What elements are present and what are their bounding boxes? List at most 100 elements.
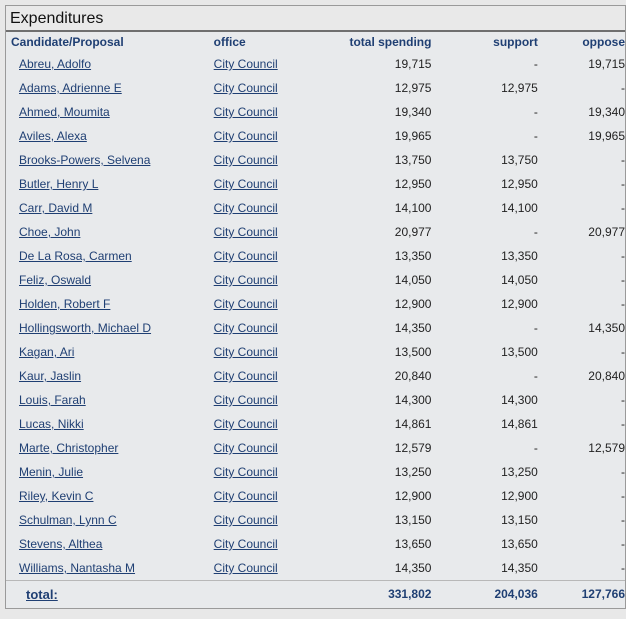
- support-cell: 14,300: [501, 393, 538, 407]
- candidate-link[interactable]: Louis, Farah: [19, 393, 86, 407]
- oppose-cell: -: [621, 561, 625, 575]
- candidate-link[interactable]: Ahmed, Moumita: [19, 105, 110, 119]
- header-office[interactable]: office: [214, 32, 305, 52]
- table-header-row: Candidate/Proposal office total spending…: [6, 32, 625, 52]
- panel-title: Expenditures: [6, 6, 625, 32]
- total-spending-cell: 12,579: [394, 441, 432, 455]
- oppose-cell: 20,977: [588, 225, 625, 239]
- table-row: Holden, Robert F City Council 12,900 12,900…: [6, 292, 625, 316]
- total-spending-cell: 20,977: [394, 225, 432, 239]
- support-cell: 14,861: [501, 417, 538, 431]
- support-cell: 14,350: [501, 561, 538, 575]
- total-spending-cell: 14,350: [394, 561, 432, 575]
- office-link[interactable]: City Council: [214, 489, 278, 503]
- total-spending-cell: 12,900: [394, 297, 432, 311]
- office-link[interactable]: City Council: [214, 441, 278, 455]
- table-row: Brooks-Powers, Selvena City Council 13,750…: [6, 148, 625, 172]
- table-row: Lucas, Nikki City Council 14,861 14,861 -: [6, 412, 625, 436]
- candidate-link[interactable]: Kagan, Ari: [19, 345, 74, 359]
- oppose-cell: -: [621, 393, 625, 407]
- oppose-cell: 14,350: [588, 321, 625, 335]
- office-link[interactable]: City Council: [214, 249, 278, 263]
- candidate-link[interactable]: Hollingsworth, Michael D: [19, 321, 151, 335]
- office-link[interactable]: City Council: [214, 225, 278, 239]
- office-link[interactable]: City Council: [214, 201, 278, 215]
- candidate-link[interactable]: Marte, Christopher: [19, 441, 118, 455]
- total-spending-cell: 13,150: [394, 513, 432, 527]
- candidate-link[interactable]: Aviles, Alexa: [19, 129, 87, 143]
- candidate-link[interactable]: Menin, Julie: [19, 465, 83, 479]
- support-cell: 13,350: [501, 249, 538, 263]
- office-link[interactable]: City Council: [214, 81, 278, 95]
- total-spending-cell: 13,350: [394, 249, 432, 263]
- total-spending-cell: 19,340: [394, 105, 432, 119]
- table-row: Butler, Henry L City Council 12,950 12,950 -: [6, 172, 625, 196]
- candidate-link[interactable]: Stevens, Althea: [19, 537, 102, 551]
- candidate-link[interactable]: Lucas, Nikki: [19, 417, 84, 431]
- candidate-link[interactable]: Feliz, Oswald: [19, 273, 91, 287]
- office-link[interactable]: City Council: [214, 537, 278, 551]
- table-row: Menin, Julie City Council 13,250 13,250 -: [6, 460, 625, 484]
- oppose-cell: 12,579: [588, 441, 625, 455]
- oppose-cell: 20,840: [588, 369, 625, 383]
- table-row: Schulman, Lynn C City Council 13,150 13,150…: [6, 508, 625, 532]
- total-spending-cell: 12,975: [394, 81, 432, 95]
- candidate-link[interactable]: Riley, Kevin C: [19, 489, 93, 503]
- support-cell: 12,900: [501, 489, 538, 503]
- oppose-cell: -: [621, 177, 625, 191]
- oppose-cell: -: [621, 153, 625, 167]
- candidate-link[interactable]: Butler, Henry L: [19, 177, 98, 191]
- totals-support: 204,036: [431, 580, 538, 607]
- office-link[interactable]: City Council: [214, 177, 278, 191]
- candidate-link[interactable]: Schulman, Lynn C: [19, 513, 117, 527]
- table-row: Adams, Adrienne E City Council 12,975 12,97…: [6, 76, 625, 100]
- oppose-cell: -: [621, 81, 625, 95]
- table-row: Hollingsworth, Michael D City Council 14,3…: [6, 316, 625, 340]
- support-cell: -: [533, 105, 538, 119]
- candidate-link[interactable]: Carr, David M: [19, 201, 92, 215]
- oppose-cell: -: [621, 249, 625, 263]
- office-link[interactable]: City Council: [214, 417, 278, 431]
- candidate-link[interactable]: Adams, Adrienne E: [19, 81, 122, 95]
- table-row: Aviles, Alexa City Council 19,965 - 19,965: [6, 124, 625, 148]
- header-candidate[interactable]: Candidate/Proposal: [6, 32, 214, 52]
- oppose-cell: -: [621, 297, 625, 311]
- candidate-link[interactable]: Brooks-Powers, Selvena: [19, 153, 150, 167]
- office-link[interactable]: City Council: [214, 57, 278, 71]
- candidate-link[interactable]: Abreu, Adolfo: [19, 57, 91, 71]
- office-link[interactable]: City Council: [214, 393, 278, 407]
- table-row: De La Rosa, Carmen City Council 13,350 13,3…: [6, 244, 625, 268]
- support-cell: 14,050: [501, 273, 538, 287]
- candidate-link[interactable]: Kaur, Jaslin: [19, 369, 81, 383]
- total-spending-cell: 14,100: [394, 201, 432, 215]
- office-link[interactable]: City Council: [214, 105, 278, 119]
- totals-row: total: 331,802 204,036 127,766: [6, 580, 625, 607]
- office-link[interactable]: City Council: [214, 369, 278, 383]
- support-cell: 13,650: [501, 537, 538, 551]
- totals-link[interactable]: total:: [26, 587, 58, 602]
- total-spending-cell: 13,500: [394, 345, 432, 359]
- office-link[interactable]: City Council: [214, 345, 278, 359]
- office-link[interactable]: City Council: [214, 513, 278, 527]
- header-total-spending[interactable]: total spending: [305, 32, 431, 52]
- oppose-cell: -: [621, 345, 625, 359]
- office-link[interactable]: City Council: [214, 561, 278, 575]
- candidate-link[interactable]: Williams, Nantasha M: [19, 561, 135, 575]
- support-cell: -: [533, 225, 538, 239]
- office-link[interactable]: City Council: [214, 273, 278, 287]
- table-row: Marte, Christopher City Council 12,579 - 12,…: [6, 436, 625, 460]
- header-oppose[interactable]: oppose: [538, 32, 625, 52]
- candidate-link[interactable]: Holden, Robert F: [19, 297, 110, 311]
- office-link[interactable]: City Council: [214, 297, 278, 311]
- table-row: Riley, Kevin C City Council 12,900 12,900 -: [6, 484, 625, 508]
- header-support[interactable]: support: [431, 32, 538, 52]
- candidate-link[interactable]: Choe, John: [19, 225, 80, 239]
- office-link[interactable]: City Council: [214, 129, 278, 143]
- total-spending-cell: 14,350: [394, 321, 432, 335]
- office-link[interactable]: City Council: [214, 321, 278, 335]
- support-cell: -: [533, 369, 538, 383]
- candidate-link[interactable]: De La Rosa, Carmen: [19, 249, 132, 263]
- office-link[interactable]: City Council: [214, 465, 278, 479]
- office-link[interactable]: City Council: [214, 153, 278, 167]
- support-cell: 12,975: [501, 81, 538, 95]
